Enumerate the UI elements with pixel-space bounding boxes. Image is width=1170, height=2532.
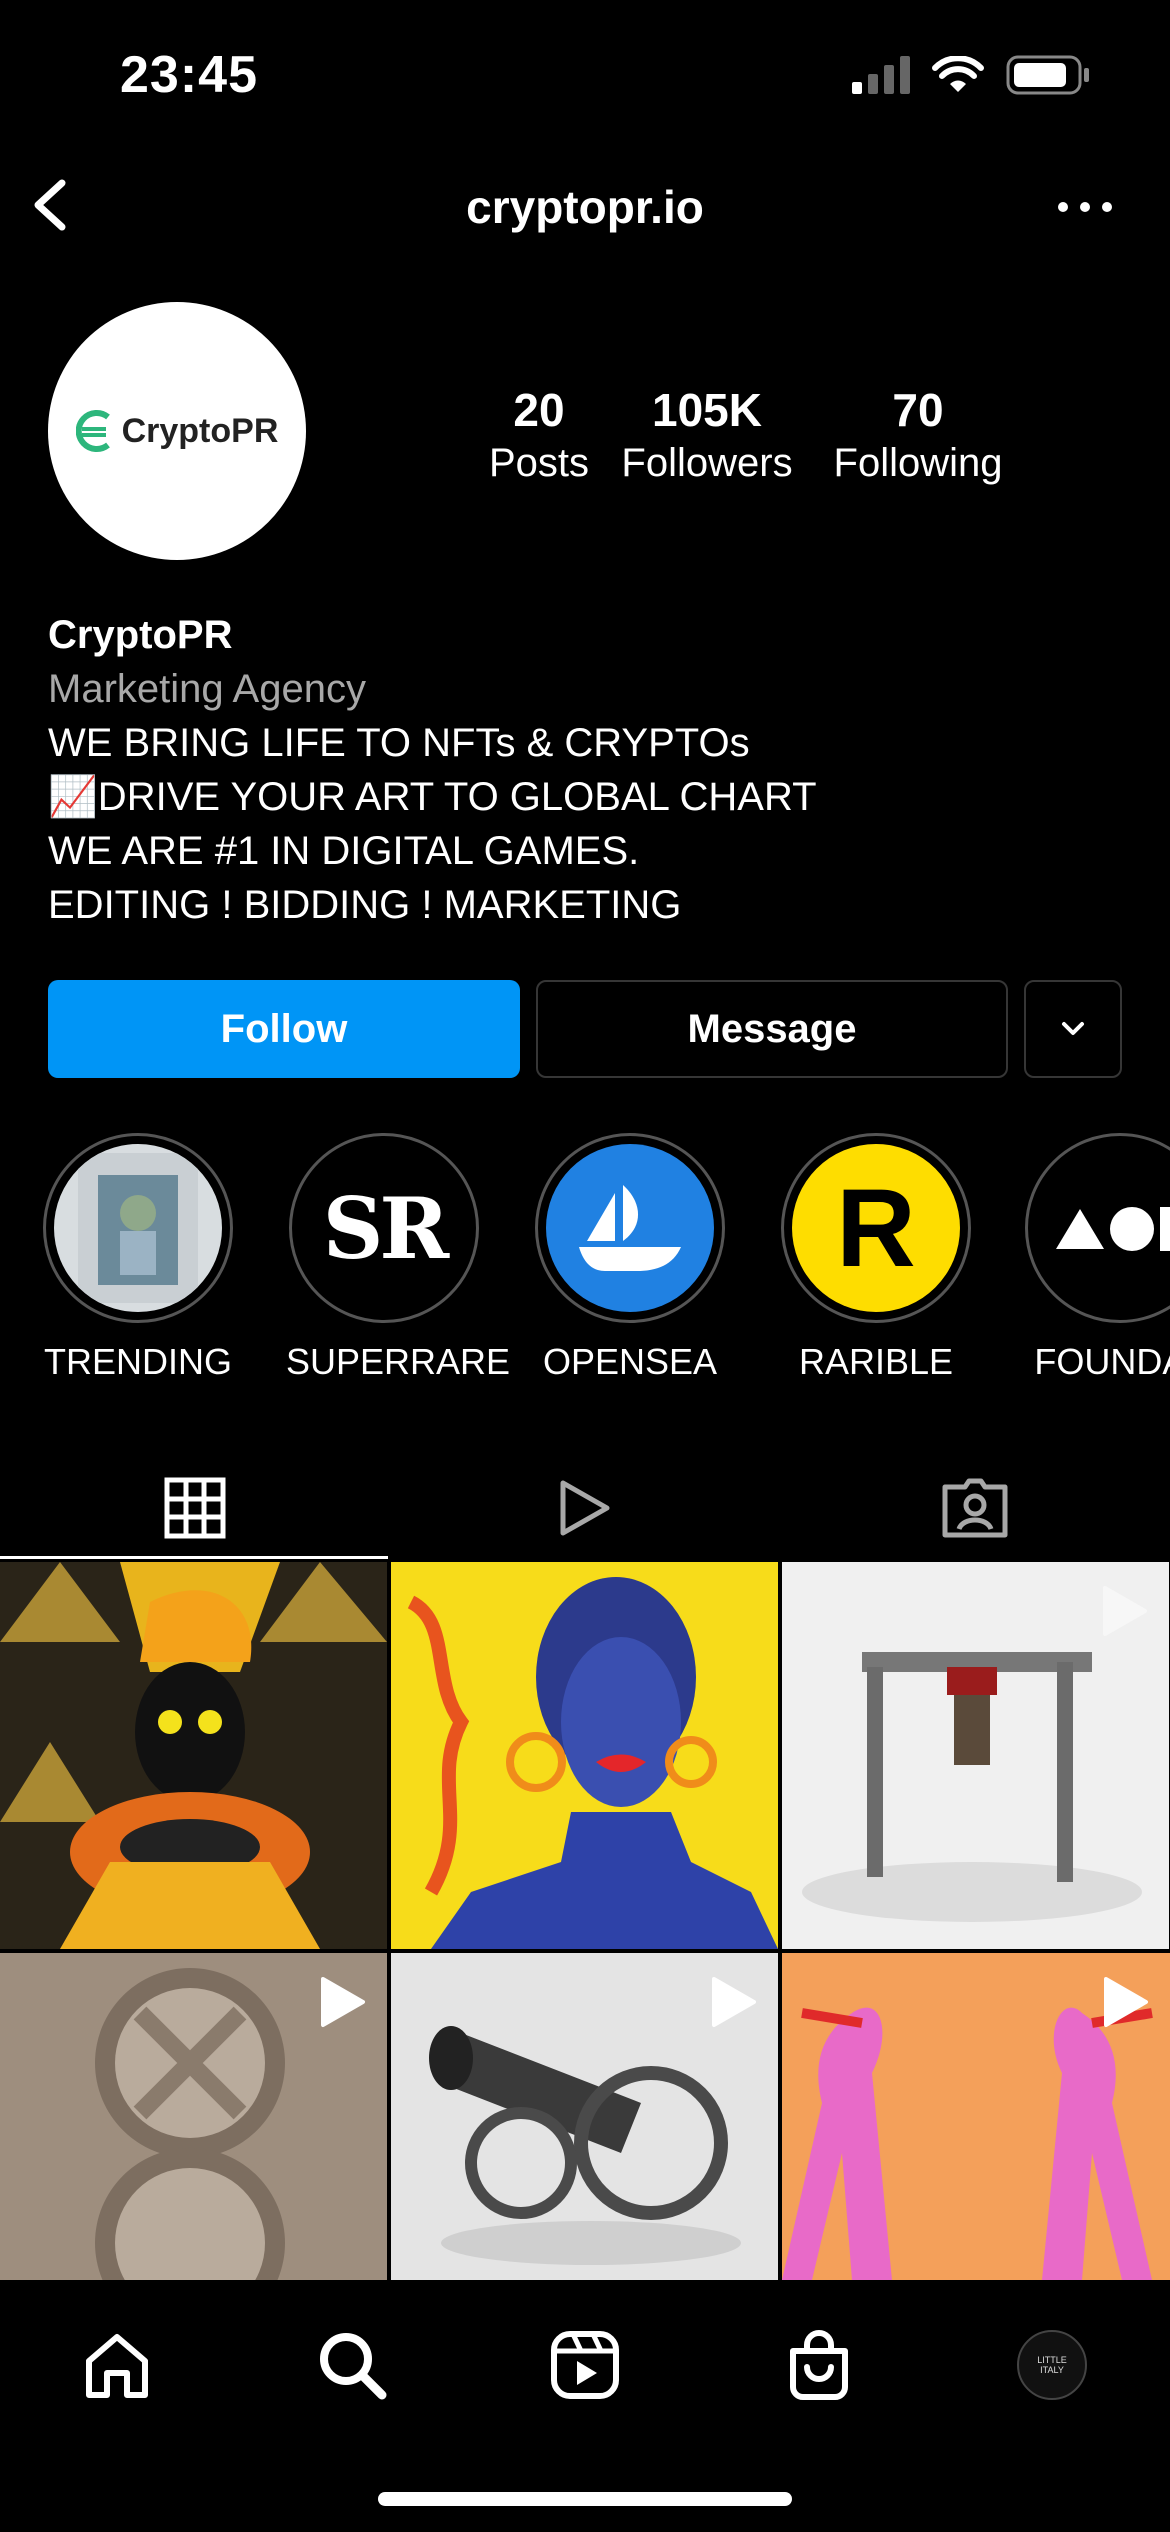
nav-profile[interactable]: LITTLE ITALY (1012, 2325, 1092, 2405)
reels-play-icon (560, 1480, 610, 1536)
profile-handle-title: cryptopr.io (466, 181, 704, 233)
highlight-label: FOUNDAT (1034, 1341, 1170, 1382)
status-icons (852, 55, 1090, 95)
follow-button[interactable]: Follow (48, 980, 520, 1078)
highlight-foundation[interactable]: FOUNDAT (1022, 1133, 1170, 1383)
profile-bio: CryptoPR Marketing Agency WE BRING LIFE … (48, 608, 817, 932)
highlight-label: RARIBLE (798, 1341, 954, 1382)
nav-home[interactable] (77, 2325, 157, 2405)
highlight-label: OPENSEA (542, 1341, 718, 1382)
followers-label: Followers (621, 441, 793, 485)
posts-count: 20 (513, 384, 565, 436)
shopping-bag-icon (790, 2330, 848, 2400)
grid-post-3[interactable] (782, 1562, 1169, 1949)
tab-tagged[interactable] (780, 1458, 1170, 1558)
bio-line: EDITING ! BIDDING ! MARKETING (48, 883, 682, 927)
opensea-ship-icon (579, 1185, 681, 1271)
followers-stat[interactable]: 105K Followers (612, 382, 802, 488)
grid-post-4[interactable] (0, 1953, 387, 2280)
rarible-logo: R (836, 1166, 916, 1290)
following-label: Following (833, 441, 1003, 485)
cryptopr-logo: CryptoPR (75, 409, 279, 453)
cellular-signal-icon (852, 56, 910, 94)
bio-line: WE BRING LIFE TO NFTs & CRYPTOs (48, 721, 750, 765)
grid-post-2[interactable] (391, 1562, 778, 1949)
nav-shop[interactable] (779, 2325, 859, 2405)
profile-avatar[interactable]: CryptoPR (48, 302, 306, 560)
active-tab-indicator (0, 1556, 388, 1559)
highlight-trending[interactable]: TRENDING (40, 1133, 236, 1383)
posts-stat[interactable]: 20 Posts (476, 382, 602, 488)
grid-post-6[interactable] (782, 1953, 1170, 2280)
post-thumbnail-african-art (0, 1562, 387, 1949)
wifi-icon (932, 56, 984, 92)
cryptopr-c-icon (75, 410, 110, 452)
reels-icon (551, 2331, 619, 2399)
bio-line: 📈DRIVE YOUR ART TO GLOBAL CHART (48, 775, 817, 819)
reel-play-icon (712, 1977, 756, 2027)
tab-reels[interactable] (390, 1458, 780, 1558)
home-indicator (378, 2492, 792, 2506)
highlight-superrare[interactable]: SR SUPERRARE (286, 1133, 511, 1383)
avatar-brand-text: CryptoPR (121, 411, 279, 450)
profile-name: CryptoPR (48, 613, 233, 657)
highlight-label: TRENDING (44, 1341, 232, 1382)
reel-play-icon (1103, 1586, 1147, 1636)
reel-play-icon (1104, 1977, 1148, 2027)
battery-icon (1006, 55, 1089, 95)
message-button[interactable]: Message (536, 980, 1008, 1078)
status-time: 23:45 (120, 46, 258, 104)
chevron-down-icon (1062, 1022, 1084, 1035)
posts-label: Posts (488, 441, 590, 485)
suggested-accounts-button[interactable] (1024, 980, 1122, 1078)
bottom-navigation-bar: LITTLE ITALY (0, 2280, 1170, 2435)
grid-post-1[interactable] (0, 1562, 387, 1949)
tab-posts-grid[interactable] (0, 1458, 390, 1558)
profile-avatar-small-text: LITTLE ITALY (1037, 2355, 1067, 2375)
followers-count: 105K (652, 384, 762, 436)
following-stat[interactable]: 70 Following (818, 382, 1018, 488)
reel-play-icon (321, 1977, 365, 2027)
profile-category: Marketing Agency (48, 667, 366, 711)
grid-icon (164, 1477, 226, 1539)
highlight-label: SUPERRARE (286, 1341, 511, 1382)
following-count: 70 (892, 384, 944, 436)
bio-line: WE ARE #1 IN DIGITAL GAMES. (48, 829, 640, 873)
nav-search[interactable] (312, 2325, 392, 2405)
highlight-rarible[interactable]: R RARIBLE (778, 1133, 974, 1383)
highlight-opensea[interactable]: OPENSEA (532, 1133, 728, 1383)
tagged-person-icon (942, 1478, 1008, 1538)
superrare-logo: SR (322, 1178, 450, 1278)
post-thumbnail-blue-woman (391, 1562, 778, 1949)
profile-avatar-small: LITTLE ITALY (1017, 2330, 1087, 2400)
nav-reels[interactable] (545, 2325, 625, 2405)
grid-post-5[interactable] (391, 1953, 778, 2280)
home-icon (86, 2334, 148, 2398)
trending-thumbnail-icon (78, 1153, 198, 1303)
more-options-icon[interactable] (1055, 195, 1115, 219)
search-icon (320, 2333, 387, 2400)
foundation-shapes-icon (1056, 1207, 1170, 1251)
